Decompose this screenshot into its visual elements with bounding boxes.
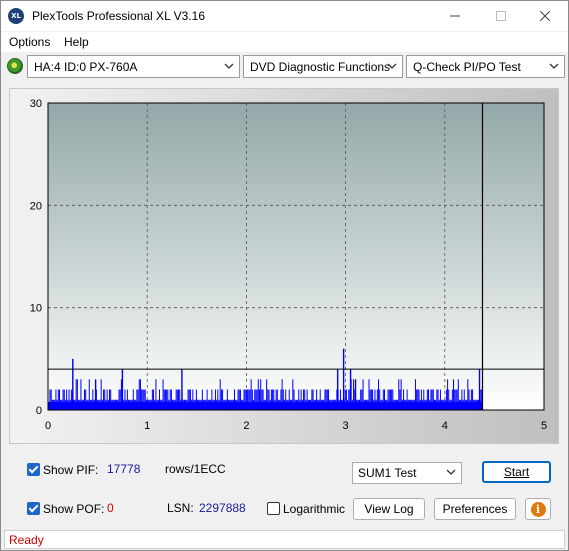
chevron-down-icon (549, 63, 559, 69)
test-select[interactable]: Q-Check PI/PO Test (406, 55, 565, 78)
show-pof-label: Show POF: (43, 502, 105, 516)
drive-select-value: HA:4 ID:0 PX-760A (34, 60, 138, 74)
maximize-icon (496, 11, 506, 21)
x-axis-ticks: 0 1 2 3 4 5 (45, 420, 547, 432)
x-tick-label: 4 (442, 420, 448, 432)
chevron-down-icon (387, 63, 397, 69)
sum-test-select[interactable]: SUM1 Test (352, 462, 462, 484)
toolbar: HA:4 ID:0 PX-760A DVD Diagnostic Functio… (1, 53, 568, 80)
show-pof-checkbox[interactable] (27, 502, 40, 515)
view-log-label: View Log (364, 502, 414, 516)
x-tick-label: 0 (45, 420, 51, 432)
app-logo-icon: XL (8, 8, 24, 24)
preferences-button[interactable]: Preferences (434, 498, 516, 520)
plot-area (48, 103, 544, 410)
menu-bar: Options Help (1, 32, 568, 52)
logarithmic-checkbox[interactable] (267, 502, 280, 515)
lsn-label: LSN: (167, 501, 194, 515)
preferences-label: Preferences (442, 502, 508, 516)
show-pif-label: Show PIF: (43, 463, 99, 477)
chevron-down-icon (446, 469, 456, 475)
drive-disc-icon (7, 58, 23, 74)
x-tick-label: 3 (343, 420, 349, 432)
view-log-button[interactable]: View Log (353, 498, 425, 520)
y-axis-ticks: 0 10 20 30 (30, 98, 42, 417)
info-icon: i (530, 501, 546, 517)
function-select-value: DVD Diagnostic Functions (250, 60, 391, 74)
function-select[interactable]: DVD Diagnostic Functions (243, 55, 403, 78)
pof-value: 0 (107, 501, 114, 515)
pif-unit: rows/1ECC (165, 462, 226, 476)
drive-select[interactable]: HA:4 ID:0 PX-760A (27, 55, 240, 78)
minimize-button[interactable] (432, 1, 478, 31)
show-pif-checkbox[interactable] (27, 463, 40, 476)
logarithmic-label: Logarithmic (283, 502, 346, 516)
close-button[interactable] (522, 1, 568, 31)
menu-help[interactable]: Help (64, 35, 89, 49)
y-tick-label: 0 (36, 405, 42, 417)
menu-options[interactable]: Options (9, 35, 50, 49)
x-tick-label: 2 (243, 420, 249, 432)
minimize-icon (450, 15, 460, 17)
pi-po-chart: 0 10 20 30 0 1 2 3 4 5 (30, 98, 547, 432)
pif-value: 17778 (107, 462, 141, 476)
sum-test-value: SUM1 Test (358, 466, 417, 480)
y-tick-label: 10 (30, 303, 42, 315)
x-tick-label: 1 (144, 420, 150, 432)
start-button-label: Start (503, 465, 530, 479)
title-bar[interactable]: XL PlexTools Professional XL V3.16 (1, 1, 568, 31)
chevron-down-icon (224, 63, 234, 69)
start-button[interactable]: Start (482, 461, 551, 483)
y-tick-label: 30 (30, 98, 42, 110)
close-icon (540, 11, 550, 21)
chart-panel: 0 10 20 30 0 1 2 3 4 5 (9, 88, 559, 444)
lsn-value: 2297888 (199, 501, 246, 515)
info-button[interactable]: i (525, 498, 551, 520)
status-bar: Ready (4, 530, 565, 549)
control-panel: Show PIF: 17778 rows/1ECC SUM1 Test Star… (9, 453, 559, 525)
window-title: PlexTools Professional XL V3.16 (32, 9, 205, 23)
status-text: Ready (9, 533, 44, 547)
app-window: XL PlexTools Professional XL V3.16 Optio… (0, 0, 569, 551)
maximize-button[interactable] (478, 1, 524, 31)
x-tick-label: 5 (541, 420, 547, 432)
test-select-value: Q-Check PI/PO Test (413, 60, 521, 74)
y-tick-label: 20 (30, 200, 42, 212)
